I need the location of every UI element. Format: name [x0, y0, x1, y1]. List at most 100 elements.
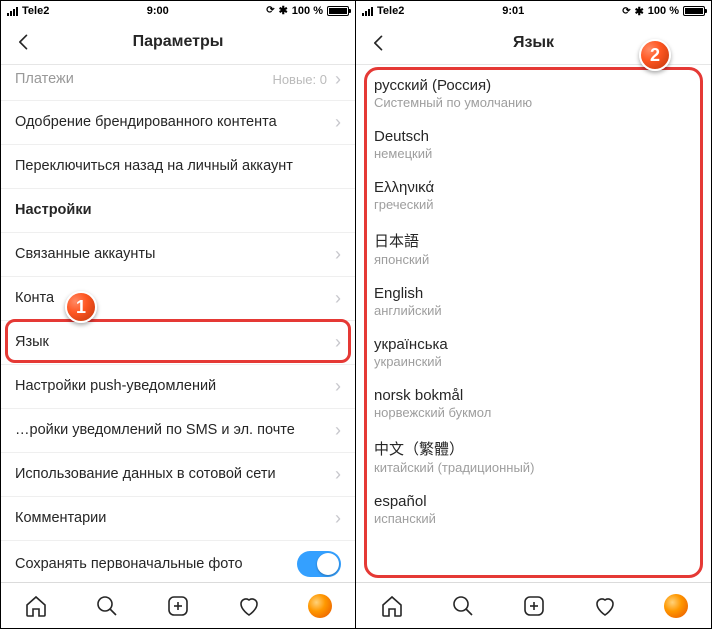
annotation-badge-2: 2: [639, 39, 671, 71]
search-icon: [451, 594, 475, 618]
settings-list[interactable]: Платежи Новые: 0 › Одобрение брендирован…: [1, 65, 355, 583]
language-option[interactable]: Ελληνικάгреческий: [356, 171, 711, 222]
battery-percent: 100 %: [648, 5, 679, 17]
chevron-left-icon: [369, 33, 389, 53]
tab-home[interactable]: [379, 593, 405, 619]
row-linked-accounts[interactable]: Связанные аккаунты ›: [1, 233, 355, 277]
battery-icon: [683, 6, 705, 16]
battery-percent: 100 %: [292, 5, 323, 17]
language-name: 中文（繁體）: [374, 438, 693, 459]
language-name: norsk bokmål: [374, 387, 693, 404]
language-subtitle: Системный по умолчанию: [374, 95, 693, 110]
tab-activity[interactable]: [236, 593, 262, 619]
row-contacts[interactable]: Конта ›: [1, 277, 355, 321]
tab-search[interactable]: [450, 593, 476, 619]
row-meta: Новые: 0: [272, 72, 327, 87]
tab-new-post[interactable]: [165, 593, 191, 619]
annotation-badge-1: 1: [65, 291, 97, 323]
row-label: Язык: [15, 334, 327, 350]
language-subtitle: испанский: [374, 511, 693, 526]
nav-bar: Параметры: [1, 21, 355, 65]
section-label: Настройки: [15, 202, 341, 218]
chevron-right-icon: ›: [335, 464, 341, 485]
row-cellular-data[interactable]: Использование данных в сотовой сети ›: [1, 453, 355, 497]
language-subtitle: норвежский букмол: [374, 405, 693, 420]
language-option[interactable]: 中文（繁體）китайский (традиционный): [356, 430, 711, 485]
row-label: Комментарии: [15, 510, 327, 526]
tab-profile[interactable]: [307, 593, 333, 619]
back-button[interactable]: [9, 21, 39, 64]
row-label: Использование данных в сотовой сети: [15, 466, 327, 482]
home-icon: [24, 594, 48, 618]
language-option[interactable]: Deutschнемецкий: [356, 120, 711, 171]
row-save-original: Сохранять первоначальные фото: [1, 541, 355, 583]
language-option[interactable]: русский (Россия)Системный по умолчанию: [356, 69, 711, 120]
section-settings: Настройки: [1, 189, 355, 233]
save-original-toggle[interactable]: [297, 551, 341, 577]
tab-home[interactable]: [23, 593, 49, 619]
heart-icon: [593, 594, 617, 618]
back-button[interactable]: [364, 21, 394, 64]
carrier-label: Tele2: [22, 5, 49, 17]
language-subtitle: английский: [374, 303, 693, 318]
tab-bar: [356, 582, 711, 628]
row-label: Сохранять первоначальные фото: [15, 556, 297, 572]
language-option[interactable]: Englishанглийский: [356, 277, 711, 328]
language-list[interactable]: русский (Россия)Системный по умолчаниюDe…: [356, 65, 711, 582]
row-label: Платежи: [15, 71, 266, 87]
language-name: English: [374, 285, 693, 302]
bluetooth-icon: ✱: [279, 4, 288, 17]
language-option[interactable]: españolиспанский: [356, 485, 711, 536]
status-time: 9:00: [147, 5, 169, 17]
language-name: español: [374, 493, 693, 510]
tab-bar: [1, 582, 355, 628]
row-sms-email-notifications[interactable]: …ройки уведомлений по SMS и эл. почте ›: [1, 409, 355, 453]
orientation-lock-icon: ⟳: [266, 5, 274, 16]
profile-avatar-icon: [308, 594, 332, 618]
profile-avatar-icon: [664, 594, 688, 618]
row-label: Связанные аккаунты: [15, 246, 327, 262]
tab-search[interactable]: [94, 593, 120, 619]
row-switch-personal[interactable]: Переключиться назад на личный аккаунт: [1, 145, 355, 189]
chevron-right-icon: ›: [335, 376, 341, 397]
signal-icon: [7, 6, 18, 16]
row-comments[interactable]: Комментарии ›: [1, 497, 355, 541]
language-option[interactable]: 日本語японский: [356, 222, 711, 277]
row-push-notifications[interactable]: Настройки push-уведомлений ›: [1, 365, 355, 409]
language-name: українська: [374, 336, 693, 353]
language-name: Ελληνικά: [374, 179, 693, 196]
orientation-lock-icon: ⟳: [622, 6, 630, 17]
language-subtitle: немецкий: [374, 146, 693, 161]
tab-activity[interactable]: [592, 593, 618, 619]
row-label: Переключиться назад на личный аккаунт: [15, 158, 341, 174]
row-label: …ройки уведомлений по SMS и эл. почте: [15, 422, 327, 438]
language-option[interactable]: українськаукраинский: [356, 328, 711, 379]
language-subtitle: украинский: [374, 354, 693, 369]
row-language[interactable]: Язык ›: [1, 321, 355, 365]
chevron-left-icon: [14, 32, 34, 52]
language-name: 日本語: [374, 230, 693, 251]
language-subtitle: греческий: [374, 197, 693, 212]
screen-settings: Tele2 9:00 ⟳ ✱ 100 % Параметры Платежи Н…: [1, 1, 356, 628]
language-subtitle: китайский (традиционный): [374, 460, 693, 475]
chevron-right-icon: ›: [335, 69, 341, 90]
battery-icon: [327, 6, 349, 16]
chevron-right-icon: ›: [335, 112, 341, 133]
carrier-label: Tele2: [377, 5, 404, 17]
home-icon: [380, 594, 404, 618]
plus-square-icon: [522, 594, 546, 618]
bluetooth-icon: ✱: [635, 5, 644, 18]
row-branded-content[interactable]: Одобрение брендированного контента ›: [1, 101, 355, 145]
chevron-right-icon: ›: [335, 244, 341, 265]
plus-square-icon: [166, 594, 190, 618]
language-option[interactable]: norsk bokmålнорвежский букмол: [356, 379, 711, 430]
signal-icon: [362, 6, 373, 16]
status-bar: Tele2 9:00 ⟳ ✱ 100 %: [1, 1, 355, 21]
row-payments[interactable]: Платежи Новые: 0 ›: [1, 65, 355, 101]
tab-profile[interactable]: [663, 593, 689, 619]
language-name: Deutsch: [374, 128, 693, 145]
chevron-right-icon: ›: [335, 332, 341, 353]
screen-language: Tele2 9:01 ⟳ ✱ 100 % Язык русский (Росси…: [356, 1, 711, 628]
status-bar: Tele2 9:01 ⟳ ✱ 100 %: [356, 1, 711, 21]
tab-new-post[interactable]: [521, 593, 547, 619]
